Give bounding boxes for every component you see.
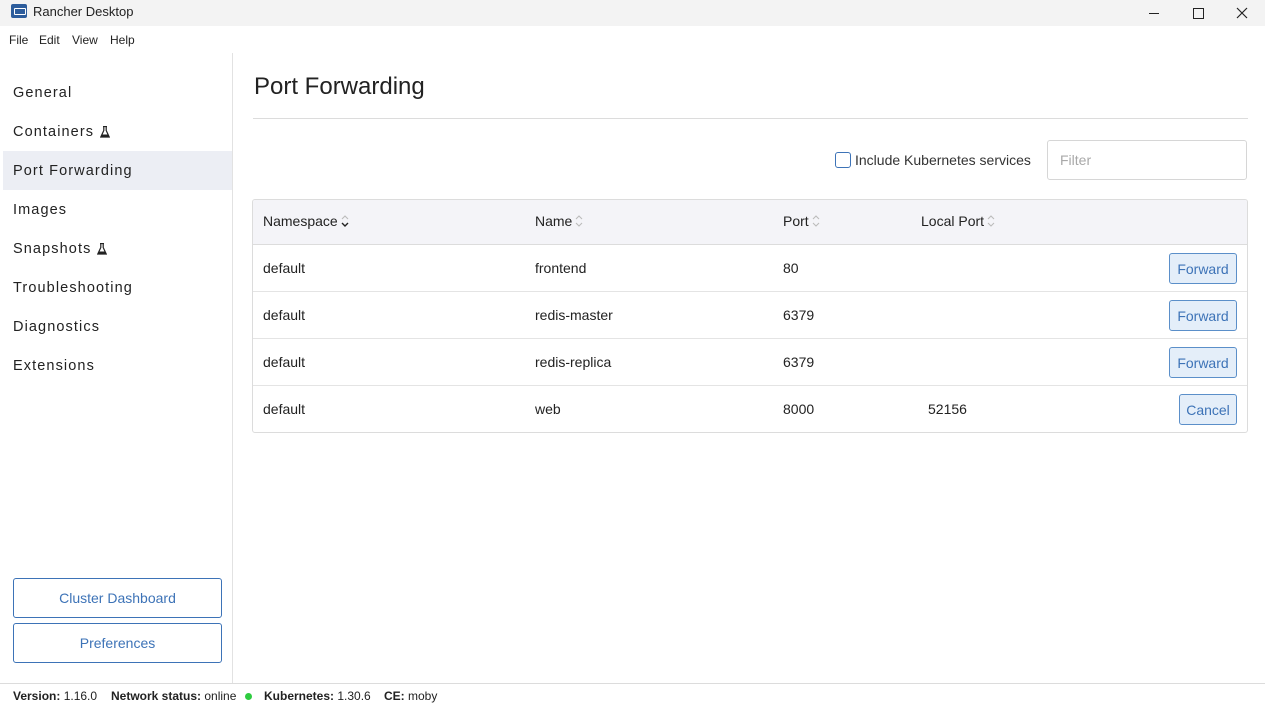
online-indicator-icon (244, 693, 252, 701)
cell-name: frontend (535, 260, 587, 276)
network-status: Network status: online (111, 689, 252, 703)
forward-button[interactable]: Forward (1169, 300, 1237, 331)
sidebar-item-label: Extensions (13, 357, 95, 374)
sidebar: General Containers Port Forwarding Image… (3, 53, 233, 683)
network-value: online (204, 689, 237, 703)
ce-label: CE: (384, 689, 405, 703)
sidebar-item-label: Images (13, 201, 68, 218)
sidebar-item-label: Port Forwarding (13, 162, 133, 179)
column-header-label: Local Port (921, 213, 985, 229)
sidebar-item-label: General (13, 84, 73, 101)
sidebar-item-label: Containers (13, 123, 95, 140)
sidebar-item-images[interactable]: Images (3, 190, 232, 229)
filter-input[interactable] (1047, 140, 1247, 180)
column-header-label: Port (783, 213, 809, 229)
port-forwarding-table: Namespace Name Port Local Port default f (252, 199, 1248, 433)
minimize-button[interactable] (1131, 0, 1177, 26)
cell-name: web (535, 401, 561, 417)
include-kubernetes-services-label[interactable]: Include Kubernetes services (855, 152, 1031, 168)
column-header-label: Namespace (263, 213, 338, 229)
cell-local-port: 52156 (928, 401, 967, 417)
sort-icon (574, 214, 584, 228)
window-title: Rancher Desktop (33, 4, 134, 19)
table-header: Namespace Name Port Local Port (253, 200, 1247, 245)
menu-file[interactable]: File (9, 33, 28, 47)
cell-name: redis-replica (535, 354, 612, 370)
page-title: Port Forwarding (254, 73, 425, 100)
table-row: default redis-master 6379 Forward (253, 292, 1247, 339)
column-header-name[interactable]: Name (535, 213, 584, 229)
flask-icon (97, 242, 108, 255)
status-bar: Version: 1.16.0 Network status: online K… (0, 683, 1265, 709)
flask-icon (100, 125, 111, 138)
close-button[interactable] (1219, 0, 1265, 26)
sort-icon (811, 214, 821, 228)
column-header-port[interactable]: Port (783, 213, 821, 229)
maximize-button[interactable] (1175, 0, 1221, 26)
menu-bar: File Edit View Help (0, 26, 1265, 53)
maximize-icon (1192, 7, 1204, 19)
sidebar-item-label: Snapshots (13, 240, 92, 257)
include-kubernetes-services-checkbox[interactable] (835, 152, 851, 168)
sidebar-item-label: Troubleshooting (13, 279, 133, 296)
cell-namespace: default (263, 401, 306, 417)
sidebar-item-port-forwarding[interactable]: Port Forwarding (3, 151, 232, 190)
network-label: Network status: (111, 689, 202, 703)
version-status: Version: 1.16.0 (13, 689, 97, 703)
close-icon (1236, 7, 1248, 19)
sidebar-item-containers[interactable]: Containers (3, 112, 232, 151)
sidebar-item-label: Diagnostics (13, 318, 101, 335)
cluster-dashboard-button[interactable]: Cluster Dashboard (13, 578, 222, 618)
sidebar-item-diagnostics[interactable]: Diagnostics (3, 307, 232, 346)
table-row: default redis-replica 6379 Forward (253, 339, 1247, 386)
kubernetes-status: Kubernetes: 1.30.6 (264, 689, 371, 703)
cell-port: 6379 (783, 307, 815, 323)
cell-port: 80 (783, 260, 799, 276)
sidebar-item-troubleshooting[interactable]: Troubleshooting (3, 268, 232, 307)
forward-button[interactable]: Forward (1169, 253, 1237, 284)
title-divider (253, 118, 1248, 119)
kubernetes-value: 1.30.6 (337, 689, 371, 703)
cell-name: redis-master (535, 307, 613, 323)
sidebar-item-extensions[interactable]: Extensions (3, 346, 232, 385)
kubernetes-label: Kubernetes: (264, 689, 335, 703)
cell-namespace: default (263, 260, 306, 276)
cell-namespace: default (263, 354, 306, 370)
cancel-button[interactable]: Cancel (1179, 394, 1237, 425)
sort-icon (986, 214, 996, 228)
title-bar: Rancher Desktop (0, 0, 1265, 26)
cell-port: 8000 (783, 401, 815, 417)
ce-value: moby (408, 689, 438, 703)
column-header-local-port[interactable]: Local Port (921, 213, 996, 229)
version-label: Version: (13, 689, 61, 703)
table-row: default web 8000 52156 Cancel (253, 386, 1247, 432)
preferences-button[interactable]: Preferences (13, 623, 222, 663)
minimize-icon (1149, 12, 1159, 14)
table-row: default frontend 80 Forward (253, 245, 1247, 292)
cell-namespace: default (263, 307, 306, 323)
cell-port: 6379 (783, 354, 815, 370)
sort-descending-icon (340, 214, 350, 228)
menu-help[interactable]: Help (110, 33, 135, 47)
column-header-namespace[interactable]: Namespace (263, 213, 350, 229)
sidebar-item-snapshots[interactable]: Snapshots (3, 229, 232, 268)
forward-button[interactable]: Forward (1169, 347, 1237, 378)
column-header-label: Name (535, 213, 573, 229)
rancher-logo-icon (11, 4, 27, 18)
menu-edit[interactable]: Edit (39, 33, 60, 47)
version-value: 1.16.0 (63, 689, 98, 703)
menu-view[interactable]: View (72, 33, 98, 47)
container-engine-status: CE: moby (384, 689, 437, 703)
sidebar-item-general[interactable]: General (3, 73, 232, 112)
